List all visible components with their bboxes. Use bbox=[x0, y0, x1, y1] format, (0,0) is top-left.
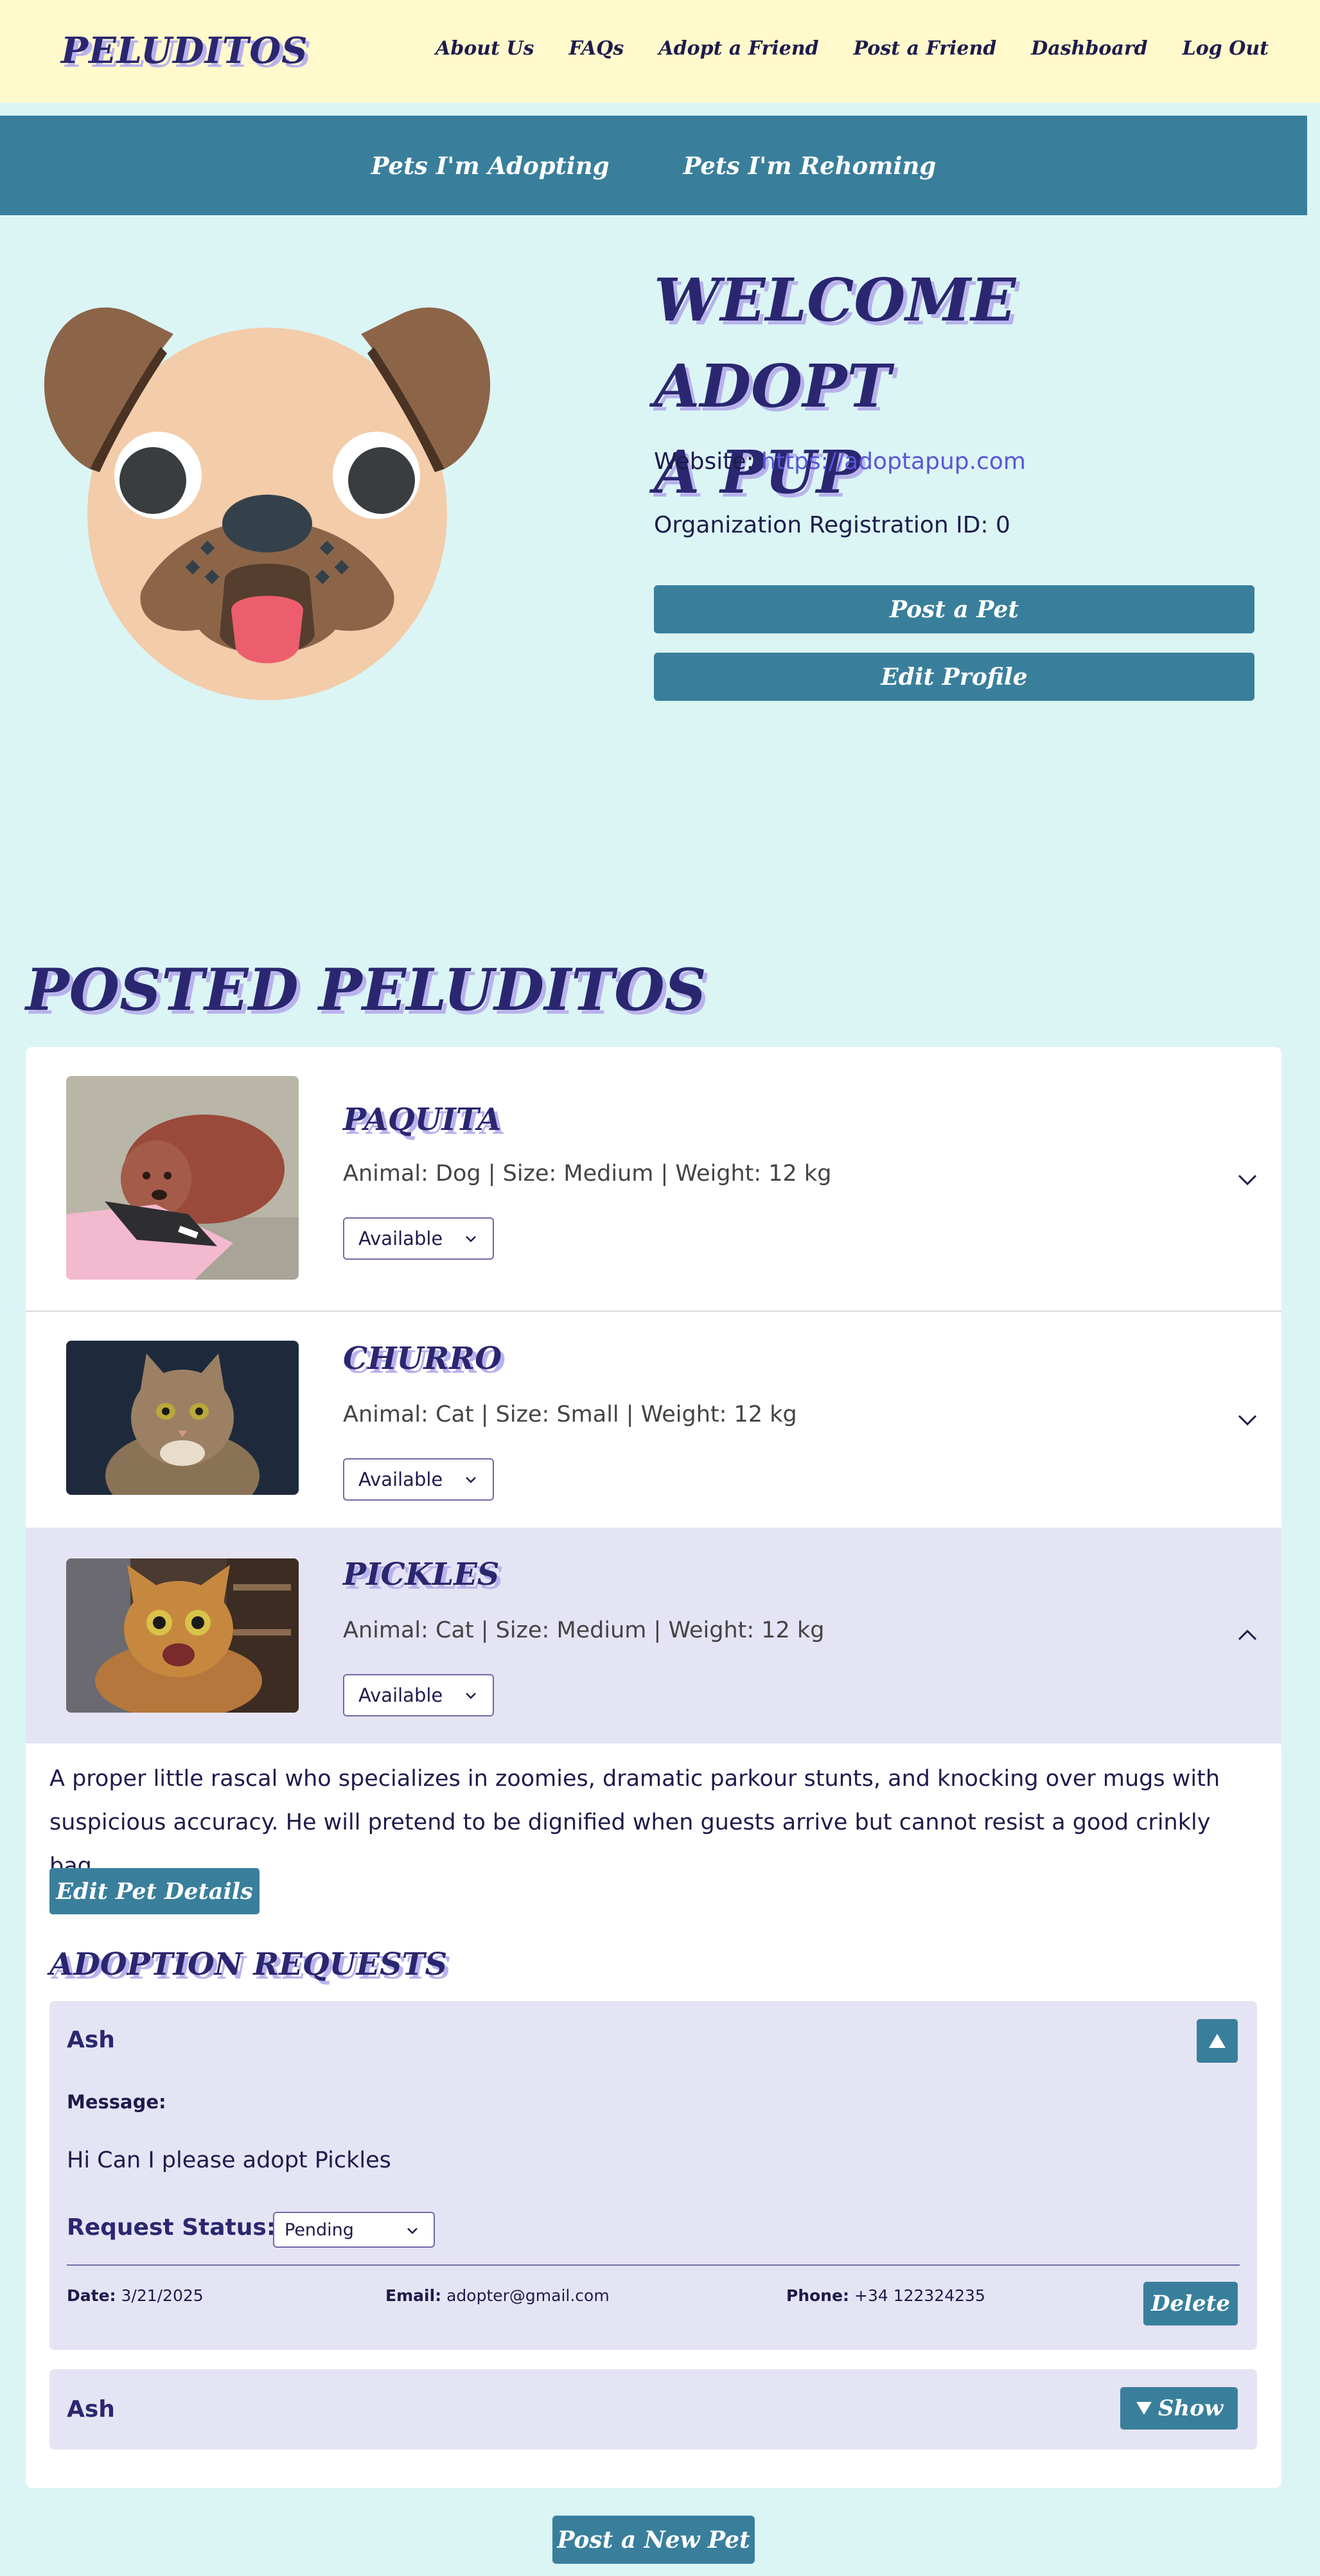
request-email: Email: adopter@gmail.com bbox=[385, 2286, 610, 2305]
adoption-requests-title: ADOPTION REQUESTS bbox=[49, 1946, 448, 1982]
nav-post-a-friend[interactable]: Post a Friend bbox=[854, 37, 997, 60]
pet-photo-paquita bbox=[66, 1076, 299, 1280]
request-status-select[interactable]: Pending bbox=[273, 2212, 435, 2248]
pet-row-churro[interactable]: CHURRO Animal: Cat | Size: Small | Weigh… bbox=[26, 1312, 1281, 1528]
pet-status-value: Available bbox=[358, 1469, 443, 1490]
date-label: Date: bbox=[67, 2286, 116, 2305]
tab-pets-rehoming[interactable]: Pets I'm Rehoming bbox=[683, 152, 937, 180]
chevron-down-icon bbox=[466, 1236, 476, 1242]
edit-profile-button[interactable]: Edit Profile bbox=[654, 653, 1254, 701]
chevron-down-icon[interactable] bbox=[1236, 1408, 1259, 1431]
message-text: Hi Can I please adopt Pickles bbox=[67, 2148, 391, 2173]
welcome-heading: WELCOME ADOPT A PUP bbox=[654, 257, 1258, 515]
chevron-down-icon bbox=[407, 2228, 418, 2234]
pet-photo-churro bbox=[66, 1341, 299, 1495]
nav-about-us[interactable]: About Us bbox=[436, 37, 534, 60]
main-nav-links: About Us FAQs Adopt a Friend Post a Frie… bbox=[436, 37, 1269, 60]
nav-dashboard[interactable]: Dashboard bbox=[1031, 37, 1147, 60]
website-label: Website: bbox=[654, 448, 754, 475]
requester-name: Ash bbox=[67, 2027, 115, 2053]
brand-logo[interactable]: PELUDITOS bbox=[61, 30, 308, 72]
welcome-line-1: WELCOME ADOPT bbox=[654, 265, 1016, 421]
pet-status-value: Available bbox=[358, 1228, 443, 1249]
nav-log-out[interactable]: Log Out bbox=[1183, 37, 1269, 60]
requester-name: Ash bbox=[67, 2396, 115, 2422]
request-date: Date: 3/21/2025 bbox=[67, 2286, 204, 2305]
pug-face-icon bbox=[44, 307, 491, 700]
triangle-up-icon bbox=[1209, 2034, 1226, 2048]
dashboard-subnav: Pets I'm Adopting Pets I'm Rehoming bbox=[0, 116, 1307, 215]
post-pet-button[interactable]: Post a Pet bbox=[654, 585, 1254, 633]
chevron-down-icon bbox=[466, 1477, 476, 1483]
chevron-down-icon[interactable] bbox=[1236, 1168, 1259, 1191]
pet-meta: Animal: Cat | Size: Small | Weight: 12 k… bbox=[343, 1402, 797, 1427]
adoption-request-collapsed[interactable]: Ash Show bbox=[49, 2369, 1257, 2449]
pet-meta: Animal: Dog | Size: Medium | Weight: 12 … bbox=[343, 1161, 832, 1187]
collapse-request-button[interactable] bbox=[1197, 2019, 1238, 2063]
email-value: adopter@gmail.com bbox=[446, 2286, 610, 2305]
chevron-down-icon bbox=[466, 1693, 476, 1699]
posted-pets-card: PAQUITA Animal: Dog | Size: Medium | Wei… bbox=[26, 1047, 1281, 2488]
pet-status-select[interactable]: Available bbox=[343, 1674, 494, 1716]
request-status-label: Request Status: bbox=[67, 2214, 276, 2241]
pet-photo-pickles bbox=[66, 1558, 299, 1713]
request-status-value: Pending bbox=[285, 2219, 354, 2240]
pet-status-select[interactable]: Available bbox=[343, 1217, 494, 1260]
phone-label: Phone: bbox=[786, 2286, 850, 2305]
date-value: 3/21/2025 bbox=[121, 2286, 204, 2305]
pet-name: CHURRO bbox=[343, 1341, 502, 1377]
nav-adopt-a-friend[interactable]: Adopt a Friend bbox=[658, 37, 818, 60]
triangle-down-icon bbox=[1136, 2402, 1152, 2415]
top-nav: PELUDITOS About Us FAQs Adopt a Friend P… bbox=[0, 0, 1320, 103]
phone-value: +34 122324235 bbox=[854, 2286, 985, 2305]
pet-status-select[interactable]: Available bbox=[343, 1458, 494, 1501]
pet-row-paquita[interactable]: PAQUITA Animal: Dog | Size: Medium | Wei… bbox=[26, 1047, 1281, 1312]
show-label: Show bbox=[1157, 2395, 1224, 2421]
website-info: Website: https://adoptapup.com bbox=[654, 448, 1026, 475]
request-phone: Phone: +34 122324235 bbox=[786, 2286, 985, 2305]
pet-status-value: Available bbox=[358, 1684, 443, 1706]
pet-row-pickles[interactable]: PICKLES Animal: Cat | Size: Medium | Wei… bbox=[26, 1528, 1281, 1743]
divider bbox=[67, 2264, 1240, 2266]
registration-id: Organization Registration ID: 0 bbox=[654, 512, 1010, 538]
tab-pets-adopting[interactable]: Pets I'm Adopting bbox=[371, 152, 610, 180]
pet-name: PICKLES bbox=[343, 1557, 500, 1592]
show-request-button[interactable]: Show bbox=[1120, 2387, 1238, 2430]
edit-pet-details-button[interactable]: Edit Pet Details bbox=[49, 1868, 260, 1914]
pet-meta: Animal: Cat | Size: Medium | Weight: 12 … bbox=[343, 1618, 825, 1643]
adoption-request-expanded: Ash Message: Hi Can I please adopt Pickl… bbox=[49, 2001, 1257, 2350]
website-link[interactable]: https://adoptapup.com bbox=[761, 448, 1026, 475]
email-label: Email: bbox=[385, 2286, 442, 2305]
posted-peluditos-title: POSTED PELUDITOS bbox=[26, 956, 707, 1024]
delete-request-button[interactable]: Delete bbox=[1143, 2282, 1238, 2325]
message-label: Message: bbox=[67, 2091, 166, 2113]
chevron-up-icon[interactable] bbox=[1236, 1624, 1259, 1647]
pet-name: PAQUITA bbox=[343, 1102, 502, 1138]
nav-faqs[interactable]: FAQs bbox=[568, 37, 624, 60]
post-new-pet-button[interactable]: Post a New Pet bbox=[552, 2516, 755, 2564]
